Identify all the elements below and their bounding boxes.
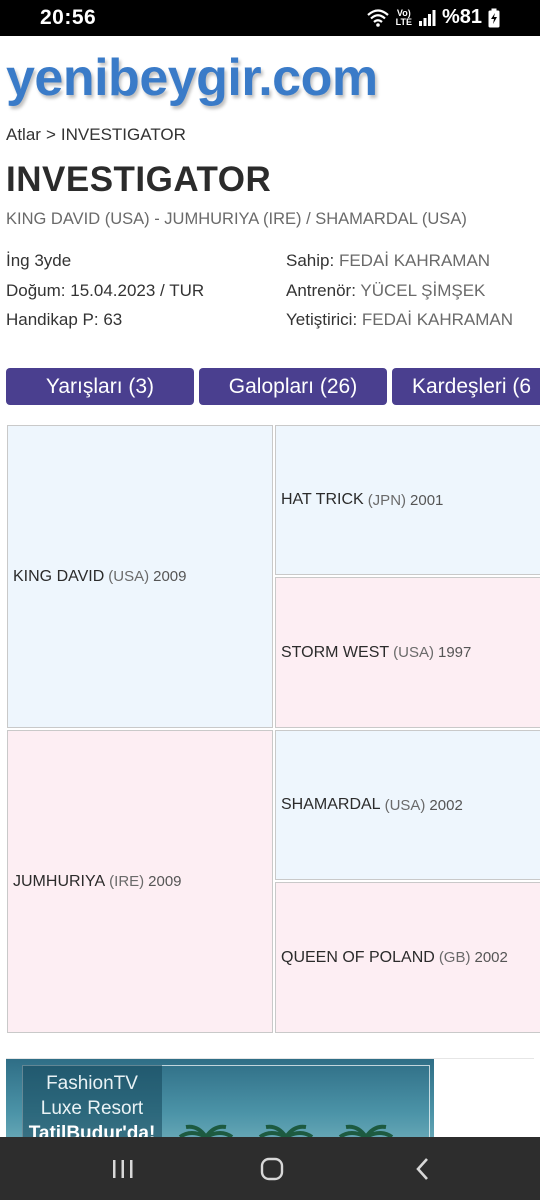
volte-bottom: LTE (395, 16, 412, 27)
sire-year: 2009 (153, 568, 187, 585)
site-logo[interactable]: yenibeygir.com (6, 48, 378, 108)
dam-sire-country: (USA) (384, 796, 426, 814)
page-title: INVESTIGATOR (6, 160, 272, 199)
sire-dam-name: STORM WEST (281, 643, 390, 661)
info-right: Sahip: FEDAİ KAHRAMAN Antrenör: YÜCEL Şİ… (286, 246, 513, 335)
ad-line1: FashionTV (46, 1073, 138, 1094)
dam-sire-year: 2002 (429, 796, 463, 814)
pedigree-dam-dam[interactable]: QUEEN OF POLAND (GB) 2002 (275, 882, 540, 1033)
info-birth: Doğum: 15.04.2023 / TUR (6, 280, 205, 300)
breeder-link[interactable]: FEDAİ KAHRAMAN (362, 310, 513, 329)
sire-name: KING DAVID (13, 567, 105, 585)
sire-sire-year: 2001 (410, 491, 444, 509)
ad-text: FashionTV Luxe Resort TatilBudur'da! (22, 1065, 162, 1137)
dam-name: JUMHURIYA (13, 872, 106, 890)
sire-dam-country: (USA) (393, 644, 434, 661)
pedigree-sire[interactable]: KING DAVID (USA) 2009 (7, 425, 273, 728)
breadcrumb-current: INVESTIGATOR (60, 125, 186, 144)
info-breeder: Yetiştirici: FEDAİ KAHRAMAN (286, 305, 513, 335)
home-icon[interactable] (257, 1155, 287, 1183)
pedigree-sire-dam[interactable]: STORM WEST (USA) 1997 (275, 577, 540, 728)
dam-dam-country: (GB) (438, 949, 471, 966)
back-icon[interactable] (408, 1155, 438, 1183)
tab-siblings[interactable]: Kardeşleri (6 (392, 368, 540, 405)
tab-bar: Yarışları (3) Galopları (26) Kardeşleri … (6, 368, 540, 405)
recent-apps-icon[interactable] (108, 1155, 138, 1183)
wifi-icon (366, 8, 390, 28)
pedigree-dam-sire[interactable]: SHAMARDAL (USA) 2002 (275, 730, 540, 880)
dam-country: (IRE) (109, 873, 145, 890)
signal-icon (418, 9, 436, 27)
breadcrumb: Atlar > INVESTIGATOR (6, 125, 186, 145)
trainer-label: Antrenör: (286, 280, 356, 300)
sire-sire-country: (JPN) (367, 491, 407, 509)
pedigree-line: KING DAVID (USA) - JUMHURIYA (IRE) / SHA… (6, 210, 467, 228)
navigation-bar (0, 1137, 540, 1200)
dam-dam-year: 2002 (474, 949, 508, 966)
tab-races[interactable]: Yarışları (3) (6, 368, 194, 405)
info-left: İng 3yde Doğum: 15.04.2023 / TUR Handika… (6, 246, 204, 335)
dam-sire-name: SHAMARDAL (281, 796, 381, 813)
status-icons: Vo) LTE %81 (366, 6, 500, 29)
breeder-label: Yetiştirici: (286, 310, 358, 329)
dam-dam-name: QUEEN OF POLAND (281, 948, 435, 966)
info-trainer: Antrenör: YÜCEL ŞİMŞEK (286, 276, 513, 306)
breadcrumb-atlar[interactable]: Atlar (6, 125, 41, 144)
status-time: 20:56 (40, 6, 97, 29)
pedigree-sire-sire[interactable]: HAT TRICK (JPN) 2001 (275, 425, 540, 575)
sire-dam-year: 1997 (438, 644, 472, 661)
sire-country: (USA) (108, 568, 150, 585)
owner-link[interactable]: FEDAİ KAHRAMAN (339, 251, 490, 270)
battery-charging-icon (488, 8, 500, 28)
breadcrumb-separator: > (45, 125, 56, 144)
tab-gallops[interactable]: Galopları (26) (199, 368, 387, 405)
ad-line3: TatilBudur'da! (28, 1123, 156, 1137)
status-bar: 20:56 Vo) LTE %81 (0, 0, 540, 36)
info-age-gender: İng 3yde (6, 251, 72, 270)
sire-sire-name: HAT TRICK (281, 491, 364, 508)
trainer-link[interactable]: YÜCEL ŞİMŞEK (360, 281, 485, 300)
ad-banner[interactable]: FashionTV Luxe Resort TatilBudur'da! (6, 1059, 434, 1137)
dam-year: 2009 (148, 873, 182, 890)
ad-line2: Luxe Resort (40, 1098, 144, 1119)
volte-icon: Vo) LTE (395, 8, 412, 27)
info-owner: Sahip: FEDAİ KAHRAMAN (286, 246, 513, 276)
pedigree-dam[interactable]: JUMHURIYA (IRE) 2009 (7, 730, 273, 1033)
battery-text: %81 (441, 6, 482, 28)
info-handicap: Handikap P: 63 (6, 310, 123, 329)
page-content: yenibeygir.com Atlar > INVESTIGATOR INVEST… (0, 36, 540, 1137)
owner-label: Sahip: (286, 251, 335, 270)
